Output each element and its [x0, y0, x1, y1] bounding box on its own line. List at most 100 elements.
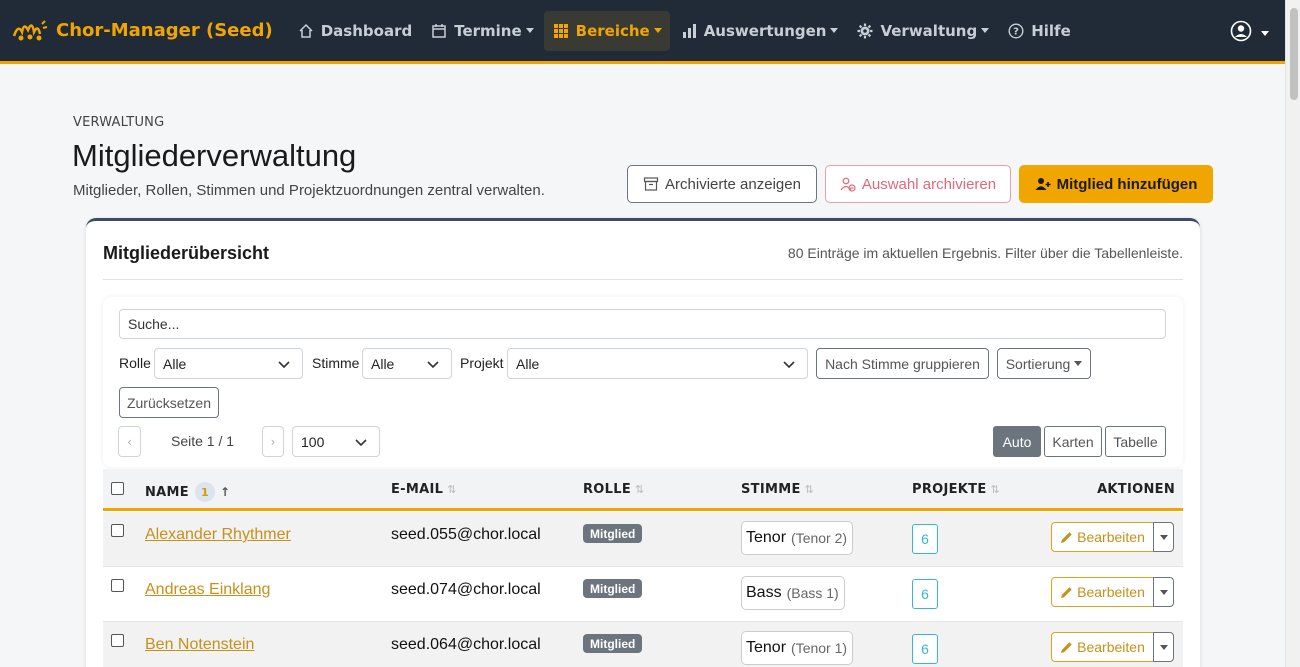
nav-item-bereiche[interactable]: Bereiche	[543, 10, 670, 51]
select-value: Alle	[516, 355, 540, 372]
page-info: Seite 1 / 1	[171, 433, 235, 449]
sort-icon: ⇅	[804, 483, 815, 496]
role-badge: Mitglied	[583, 524, 643, 543]
user-menu[interactable]	[1230, 20, 1269, 46]
header-label: E-MAIL	[391, 482, 444, 497]
pencil-icon	[1061, 586, 1072, 598]
member-email: seed.064@chor.local	[391, 636, 541, 653]
table-row: Alexander Rhythmer seed.055@chor.local M…	[103, 512, 1183, 567]
archive-selection-button[interactable]: Auswahl archivieren	[825, 165, 1011, 203]
member-name-link[interactable]: Alexander Rhythmer	[145, 526, 291, 544]
select-all-checkbox[interactable]	[111, 482, 124, 495]
chevron-down-icon	[427, 361, 439, 369]
nav-item-hilfe[interactable]: ? Hilfe	[999, 11, 1079, 51]
member-name-link[interactable]: Andreas Einklang	[145, 581, 270, 599]
chevron-down-icon	[278, 361, 290, 369]
svg-text:?: ?	[1013, 26, 1019, 37]
edit-button[interactable]: Bearbeiten	[1051, 522, 1154, 552]
page-scrollbar[interactable]	[1285, 0, 1300, 667]
divider	[103, 279, 1183, 280]
reset-button[interactable]: Zurücksetzen	[119, 387, 219, 418]
home-icon	[297, 22, 315, 40]
calendar-icon	[430, 22, 448, 40]
role-filter-select[interactable]: Alle	[154, 348, 303, 379]
next-page-button[interactable]: ›	[262, 426, 284, 457]
voice-chip: Tenor (Tenor 2)	[741, 521, 854, 555]
nav-label: Verwaltung	[880, 21, 978, 40]
col-header-role[interactable]: ROLLE ⇅	[583, 482, 645, 497]
row-checkbox[interactable]	[111, 524, 124, 537]
caret-down-icon	[525, 28, 534, 33]
user-circle-icon	[1230, 20, 1252, 46]
project-count-button[interactable]: 6	[912, 524, 938, 554]
project-filter-select[interactable]: Alle	[507, 348, 808, 379]
card-title: Mitgliederübersicht	[103, 243, 270, 263]
table-toolbar: Rolle Alle Stimme Alle Projekt Alle Nach…	[103, 297, 1183, 467]
button-label: Sortierung	[1005, 355, 1071, 372]
member-name-link[interactable]: Ben Notenstein	[145, 636, 254, 654]
view-table-button[interactable]: Tabelle	[1105, 426, 1166, 457]
brand-title: Chor-Manager (Seed)	[56, 20, 273, 41]
voice-main: Bass	[746, 584, 782, 601]
search-input[interactable]	[119, 309, 1166, 339]
col-header-actions: AKTIONEN	[1097, 482, 1175, 497]
col-header-voice[interactable]: STIMME ⇅	[741, 482, 814, 497]
project-count-button[interactable]: 6	[912, 634, 938, 664]
add-member-button[interactable]: Mitglied hinzufügen	[1019, 165, 1213, 203]
voice-sub: (Tenor 1)	[791, 640, 848, 656]
show-archived-button[interactable]: Archivierte anzeigen	[627, 165, 817, 203]
button-label: Bearbeiten	[1077, 584, 1145, 600]
header-label: PROJEKTE	[912, 482, 987, 497]
sort-dropdown-button[interactable]: Sortierung	[997, 348, 1091, 379]
select-value: 100	[301, 433, 325, 450]
pencil-icon	[1061, 531, 1072, 543]
breadcrumb: VERWALTUNG	[73, 115, 165, 130]
nav-item-termine[interactable]: Termine	[422, 11, 541, 51]
members-card: Mitgliederübersicht 80 Einträge im aktue…	[86, 218, 1200, 667]
voice-filter-label: Stimme	[312, 355, 360, 371]
row-actions-dropdown[interactable]	[1153, 577, 1174, 607]
edit-button[interactable]: Bearbeiten	[1051, 632, 1154, 662]
page-title: Mitgliederverwaltung	[72, 138, 357, 173]
button-label: Bearbeiten	[1077, 639, 1145, 655]
group-by-voice-button[interactable]: Nach Stimme gruppieren	[816, 348, 989, 379]
nav-item-dashboard[interactable]: Dashboard	[289, 11, 420, 51]
nav-label: Dashboard	[320, 21, 413, 40]
pencil-icon	[1061, 641, 1072, 653]
project-count-button[interactable]: 6	[912, 579, 938, 609]
row-actions-dropdown[interactable]	[1153, 522, 1174, 552]
nav-item-verwaltung[interactable]: Verwaltung	[848, 11, 997, 51]
row-checkbox[interactable]	[111, 634, 124, 647]
user-plus-icon	[1035, 178, 1051, 190]
col-header-projects[interactable]: PROJEKTE ⇅	[912, 482, 1000, 497]
header-label: AKTIONEN	[1097, 482, 1175, 497]
caret-down-icon	[1159, 534, 1168, 540]
brand[interactable]: Chor-Manager (Seed)	[12, 18, 273, 44]
caret-down-icon	[830, 28, 839, 33]
nav-label: Auswertungen	[703, 21, 827, 40]
nav-label: Bereiche	[575, 21, 650, 40]
row-actions-dropdown[interactable]	[1153, 632, 1174, 662]
view-cards-button[interactable]: Karten	[1044, 426, 1102, 457]
voice-chip: Tenor (Tenor 1)	[741, 631, 854, 665]
member-email: seed.074@chor.local	[391, 581, 541, 598]
table-header: NAME 1 ↑ E-MAIL ⇅ ROLLE ⇅ STIMME ⇅ PROJE…	[103, 469, 1183, 511]
voice-filter-select[interactable]: Alle	[362, 348, 452, 379]
nav-item-auswertungen[interactable]: Auswertungen	[672, 11, 847, 51]
help-icon: ?	[1007, 22, 1025, 40]
caret-down-icon	[981, 28, 990, 33]
view-auto-button[interactable]: Auto	[993, 426, 1041, 457]
scrollbar-thumb[interactable]	[1290, 8, 1298, 100]
header-label: NAME	[145, 484, 189, 500]
edit-button[interactable]: Bearbeiten	[1051, 577, 1154, 607]
button-label: Bearbeiten	[1077, 529, 1145, 545]
sort-priority-badge: 1	[194, 482, 215, 502]
chevron-down-icon	[783, 361, 795, 369]
row-checkbox[interactable]	[111, 579, 124, 592]
page-size-select[interactable]: 100	[292, 426, 380, 457]
col-header-name[interactable]: NAME 1 ↑	[145, 482, 230, 502]
voice-chip: Bass (Bass 1)	[741, 576, 845, 610]
button-label: Archivierte anzeigen	[665, 175, 801, 193]
prev-page-button[interactable]: ‹	[118, 426, 141, 457]
col-header-email[interactable]: E-MAIL ⇅	[391, 482, 457, 497]
